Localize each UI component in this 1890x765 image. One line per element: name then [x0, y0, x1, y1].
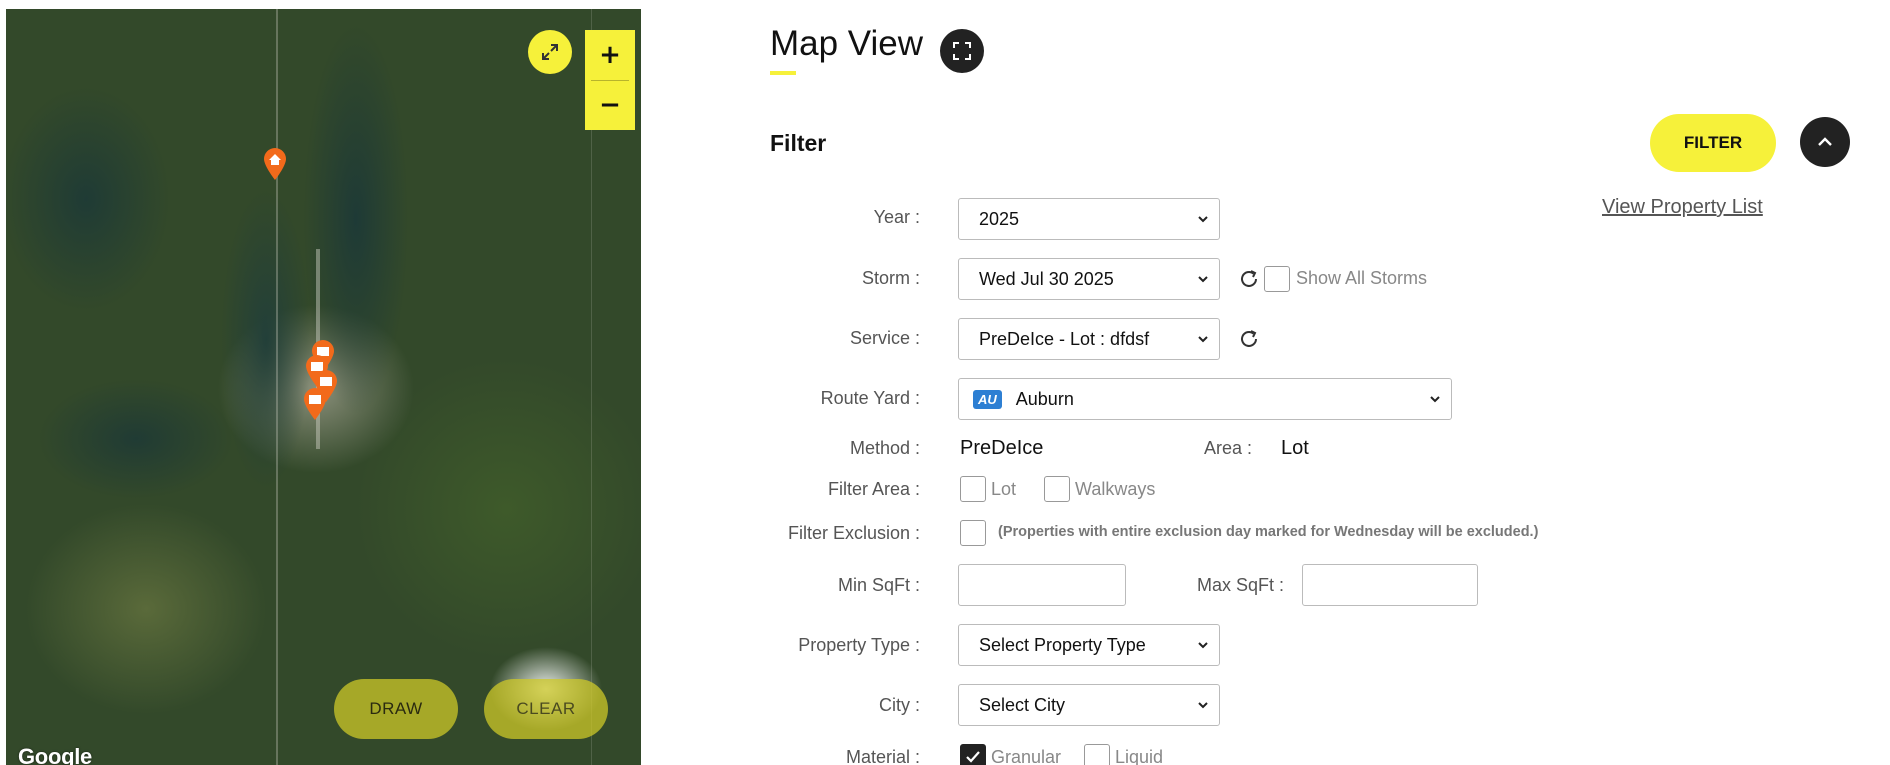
map-fullscreen-button[interactable]	[528, 30, 572, 74]
chevron-down-icon	[1198, 336, 1208, 343]
zoom-in-button[interactable]: +	[585, 30, 635, 80]
service-select[interactable]: PreDeIce - Lot : dfdsf	[958, 318, 1220, 360]
checkmark-icon	[966, 751, 980, 763]
material-granular-label: Granular	[991, 747, 1062, 765]
storm-value: Wed Jul 30 2025	[979, 268, 1114, 289]
filter-area-walkways-label: Walkways	[1075, 479, 1156, 499]
filter-button[interactable]: FILTER	[1650, 114, 1776, 172]
material-liquid-label: Liquid	[1115, 747, 1164, 765]
filter-heading: Filter	[770, 130, 827, 156]
service-value: PreDeIce - Lot : dfdsf	[979, 328, 1150, 349]
area-label: Area :	[1203, 438, 1252, 458]
title-underline	[770, 71, 796, 75]
show-all-storms-checkbox[interactable]	[1264, 266, 1290, 292]
refresh-storm-icon[interactable]	[1238, 268, 1260, 290]
route-yard-value: Auburn	[1015, 388, 1074, 409]
zoom-control: + −	[585, 30, 635, 130]
service-label: Service :	[849, 328, 920, 348]
filter-area-label: Filter Area :	[827, 479, 920, 499]
chevron-down-icon	[1198, 702, 1208, 709]
filter-area-lot-label: Lot	[991, 479, 1017, 499]
fullscreen-icon	[953, 42, 971, 60]
route-yard-select[interactable]: AU Auburn	[958, 378, 1452, 420]
material-liquid-checkbox[interactable]	[1084, 744, 1110, 765]
route-yard-badge: AU	[973, 389, 1002, 409]
expand-arrows-icon	[542, 44, 558, 60]
chevron-down-icon	[1430, 396, 1440, 403]
filter-exclusion-checkbox[interactable]	[960, 520, 986, 546]
clear-button[interactable]: CLEAR	[484, 679, 608, 739]
property-type-label: Property Type :	[798, 635, 920, 655]
property-marker-icon[interactable]	[302, 387, 328, 421]
chevron-down-icon	[1198, 642, 1208, 649]
min-sqft-label: Min SqFt :	[837, 575, 920, 595]
collapse-button[interactable]	[1800, 117, 1850, 167]
route-yard-label: Route Yard :	[820, 388, 920, 408]
map-canvas[interactable]: + − DRAW CLEAR Google	[6, 9, 641, 765]
storm-label: Storm :	[861, 268, 920, 288]
method-label: Method :	[849, 438, 920, 458]
view-property-list-link[interactable]: View Property List	[1602, 196, 1763, 219]
property-type-select[interactable]: Select Property Type	[958, 624, 1220, 666]
filter-area-lot-checkbox[interactable]	[960, 476, 986, 502]
map-road	[276, 9, 278, 765]
zoom-out-button[interactable]: −	[585, 81, 635, 131]
storm-select[interactable]: Wed Jul 30 2025	[958, 258, 1220, 300]
year-select[interactable]: 2025	[958, 198, 1220, 240]
city-value: Select City	[979, 694, 1066, 715]
page-title: Map View	[770, 24, 924, 63]
google-attribution: Google	[18, 744, 92, 765]
property-type-value: Select Property Type	[979, 634, 1146, 655]
filter-exclusion-label: Filter Exclusion :	[787, 523, 920, 543]
method-value: PreDeIce	[960, 437, 1044, 459]
home-marker-icon[interactable]	[262, 147, 288, 181]
year-label: Year :	[873, 207, 920, 227]
city-select[interactable]: Select City	[958, 684, 1220, 726]
chevron-down-icon	[1198, 216, 1208, 223]
area-value: Lot	[1281, 437, 1309, 459]
city-label: City :	[878, 695, 920, 715]
chevron-down-icon	[1198, 276, 1208, 283]
filter-area-walkways-checkbox[interactable]	[1044, 476, 1070, 502]
show-all-storms-label: Show All Storms	[1296, 268, 1428, 288]
material-label: Material :	[845, 747, 920, 765]
max-sqft-label: Max SqFt :	[1196, 575, 1284, 595]
material-granular-checkbox[interactable]	[960, 744, 986, 765]
refresh-service-icon[interactable]	[1238, 328, 1260, 350]
draw-button[interactable]: DRAW	[334, 679, 458, 739]
max-sqft-input[interactable]	[1302, 564, 1478, 606]
filter-exclusion-note: (Properties with entire exclusion day ma…	[998, 524, 1539, 540]
year-value: 2025	[979, 208, 1020, 229]
fullscreen-button[interactable]	[940, 29, 984, 73]
chevron-up-icon	[1818, 137, 1832, 146]
